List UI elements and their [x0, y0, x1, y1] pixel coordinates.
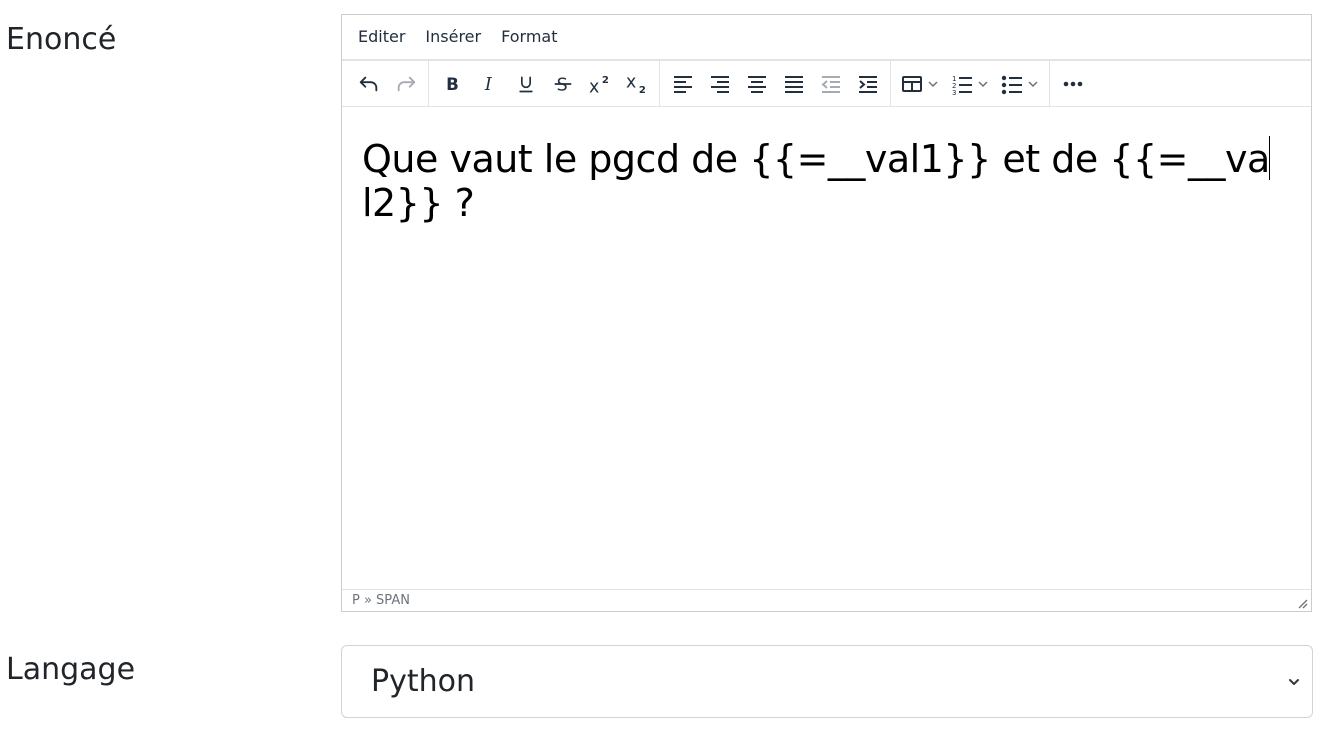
editor-content[interactable]: Que vaut le pgcd de {{=__val1}} et de {{…	[342, 108, 1311, 589]
svg-text:I: I	[483, 74, 492, 93]
outdent-icon[interactable]	[812, 67, 849, 101]
element-path[interactable]: P » SPAN	[352, 593, 410, 608]
subscript-icon[interactable]: x2	[618, 67, 655, 101]
insert-group: 123	[891, 60, 1050, 107]
svg-text:2: 2	[638, 85, 645, 95]
language-label: Langage	[6, 652, 136, 687]
align-center-icon[interactable]	[738, 67, 775, 101]
bullet-list-icon	[1001, 73, 1023, 95]
align-justify-icon[interactable]	[775, 67, 812, 101]
formatting-group: B I S x2 x2	[429, 60, 660, 107]
menu-format[interactable]: Format	[491, 14, 567, 60]
underline-icon[interactable]	[507, 67, 544, 101]
numbered-list-icon: 123	[951, 73, 973, 95]
indent-icon[interactable]	[849, 67, 886, 101]
text-caret	[1269, 136, 1271, 180]
svg-text:3: 3	[952, 89, 956, 95]
language-select[interactable]: Python	[341, 645, 1313, 718]
redo-icon[interactable]	[387, 67, 424, 101]
alignment-group	[660, 60, 891, 107]
chevron-down-icon	[1286, 675, 1302, 694]
more-group	[1050, 61, 1095, 107]
svg-text:B: B	[446, 74, 459, 93]
align-right-icon[interactable]	[701, 67, 738, 101]
editor-paragraph[interactable]: Que vaut le pgcd de {{=__val1}} et de {{…	[362, 136, 1291, 225]
editor-toolbar: B I S x2 x2 1 2 3	[342, 60, 1311, 107]
svg-text:S: S	[556, 75, 567, 95]
chevron-down-icon	[1027, 79, 1039, 89]
align-left-icon[interactable]	[664, 67, 701, 101]
table-icon	[901, 74, 923, 94]
svg-text:x: x	[626, 73, 636, 93]
language-select-value: Python	[371, 664, 475, 699]
chevron-down-icon	[927, 79, 939, 89]
more-icon[interactable]	[1054, 67, 1091, 101]
undo-icon[interactable]	[350, 67, 387, 101]
bold-icon[interactable]: B	[433, 67, 470, 101]
svg-text:2: 2	[601, 75, 608, 86]
history-group	[346, 60, 429, 107]
menu-edit[interactable]: Editer	[348, 14, 415, 60]
superscript-icon[interactable]: x2	[581, 67, 618, 101]
editor-menubar: Editer Insérer Format	[342, 15, 1311, 61]
strikethrough-icon[interactable]: S	[544, 67, 581, 101]
editor-statusbar: P » SPAN	[342, 589, 1311, 611]
menu-insert[interactable]: Insérer	[415, 14, 491, 60]
statement-label: Enoncé	[6, 22, 117, 57]
bullet-list-dropdown[interactable]	[995, 67, 1045, 101]
italic-icon[interactable]: I	[470, 67, 507, 101]
table-dropdown[interactable]	[895, 67, 945, 101]
chevron-down-icon	[977, 79, 989, 89]
svg-text:x: x	[589, 77, 599, 95]
editor-text-after-caret: l2}} ?	[362, 181, 475, 225]
editor-text-before-caret: Que vaut le pgcd de {{=__val1}} et de {{…	[362, 137, 1270, 181]
resize-handle-icon[interactable]	[1296, 596, 1308, 609]
numbered-list-dropdown[interactable]: 123	[945, 67, 995, 101]
rich-text-editor: Editer Insérer Format B I S x 2 x 2 1 2 …	[341, 14, 1312, 612]
